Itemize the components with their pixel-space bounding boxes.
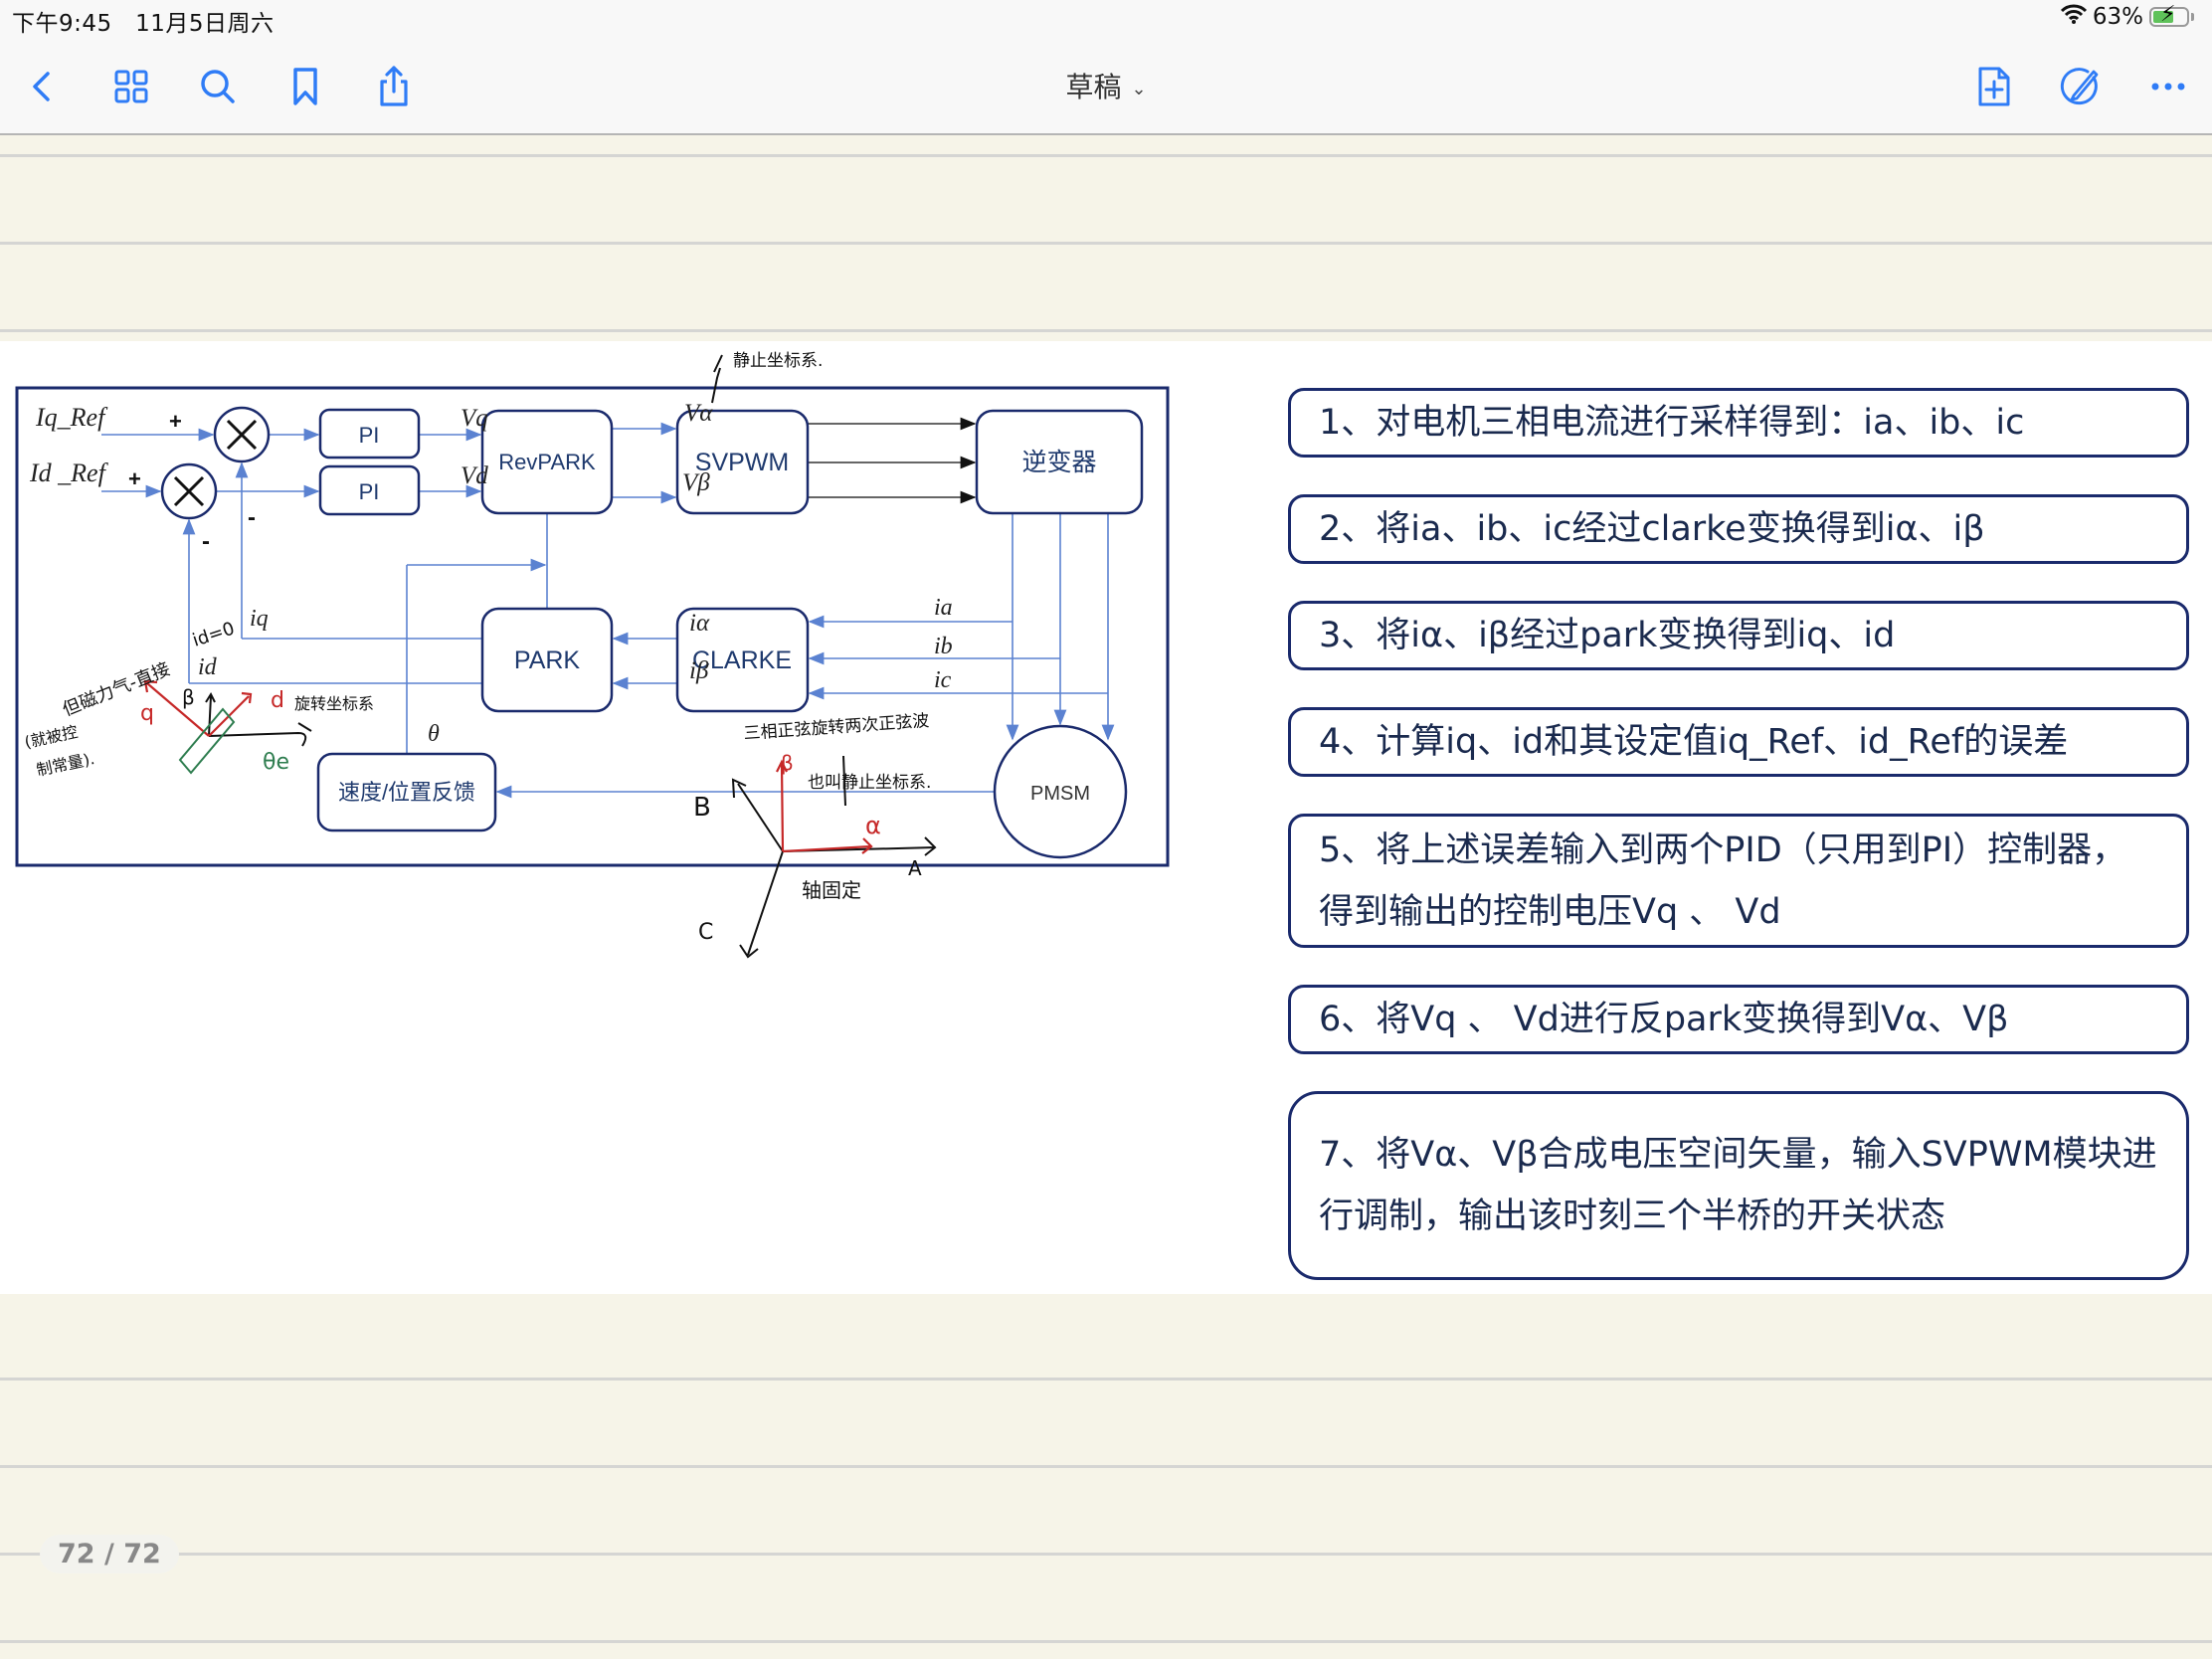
id-ref-label: Id _Ref	[29, 459, 109, 487]
note-id-zero: id=0	[190, 619, 237, 651]
page-indicator: 72 / 72	[40, 1535, 179, 1573]
step-2: 2、将ia、ib、ic经过clarke变换得到iα、iβ	[1288, 494, 2189, 564]
add-page-icon[interactable]	[1969, 62, 2019, 111]
alpha-red-label: α	[865, 812, 881, 839]
step-6: 6、将Vq 、 Vd进行反park变换得到Vα、Vβ	[1288, 985, 2189, 1054]
beta-axis-stroke	[205, 691, 216, 737]
plus-sign-q: +	[169, 409, 182, 434]
paper-line	[0, 1378, 2212, 1381]
c-axis-label: C	[698, 920, 713, 945]
beta-red-axis-stroke	[776, 759, 788, 852]
step-5: 5、将上述误差输入到两个PID（只用到PI）控制器，得到输出的控制电压Vq 、 …	[1288, 814, 2189, 948]
minus-sign-q: -	[248, 504, 256, 531]
note-constant-2: 制常量).	[35, 749, 96, 780]
vd-label: Vd	[461, 462, 488, 489]
note-constant-1: (就被控	[23, 722, 80, 752]
vq-label: Vq	[461, 405, 488, 432]
paper-line	[0, 1640, 2212, 1643]
step-4-text: 4、计算iq、id和其设定值iq_Ref、id_Ref的误差	[1319, 722, 2069, 762]
beta-axis-label: β	[182, 685, 195, 709]
summing-junction-q	[213, 406, 271, 463]
theta-e-label: θe	[263, 750, 289, 775]
note-static-frame: 静止坐标系.	[733, 351, 823, 371]
battery-icon: ⚡	[2149, 2, 2189, 27]
status-date: 11月5日周六	[135, 11, 275, 37]
b-axis-stroke	[731, 778, 784, 852]
ialpha-label: iα	[689, 610, 710, 637]
summing-junction-d	[160, 462, 218, 520]
pencil-markup-icon[interactable]	[2056, 62, 2106, 111]
step-5-text: 5、将上述误差输入到两个PID（只用到PI）控制器，得到输出的控制电压Vq 、 …	[1319, 830, 2127, 932]
note-rotating-frame: 旋转坐标系	[294, 694, 374, 713]
minus-sign-d: -	[202, 528, 210, 555]
a-axis-label: A	[908, 856, 922, 880]
step-7: 7、将Vα、Vβ合成电压空间矢量，输入SVPWM模块进行调制，输出该时刻三个半桥…	[1288, 1091, 2189, 1280]
more-icon[interactable]	[2143, 62, 2193, 111]
foc-block-diagram: PI PI RevPARK SVPWM 逆变器 PARK CLARKE 速度/位…	[15, 351, 1170, 959]
id-label: id	[198, 654, 218, 680]
park-label: PARK	[514, 646, 581, 674]
wifi-icon	[2060, 4, 2087, 30]
step-7-text: 7、将Vα、Vβ合成电压空间矢量，输入SVPWM模块进行调制，输出该时刻三个半桥…	[1319, 1135, 2157, 1236]
note-three-phase: 三相正弦旋转两次正弦波	[743, 711, 930, 744]
note-static-alt: 也叫静止坐标系.	[808, 773, 931, 793]
iq-label: iq	[250, 606, 269, 632]
b-axis-label: B	[693, 793, 711, 823]
ib-label: ib	[934, 634, 953, 659]
step-2-text: 2、将ia、ib、ic经过clarke变换得到iα、iβ	[1319, 509, 1985, 549]
toolbar: 草稿 ⌄	[0, 40, 2212, 135]
paper-line	[0, 154, 2212, 157]
step-1-text: 1、对电机三相电流进行采样得到：ia、ib、ic	[1319, 403, 2025, 443]
step-1: 1、对电机三相电流进行采样得到：ia、ib、ic	[1288, 388, 2189, 458]
handwritten-arrow	[711, 354, 723, 404]
iq-ref-label: Iq_Ref	[35, 403, 108, 432]
beta-red-label: β	[781, 751, 794, 775]
q-axis-label: q	[140, 701, 154, 726]
valpha-label: Vα	[684, 400, 713, 427]
battery-percent: 63%	[2092, 4, 2143, 30]
paper-line	[0, 242, 2212, 245]
feedback-label: 速度/位置反馈	[338, 780, 475, 805]
inverter-label: 逆变器	[1021, 449, 1096, 476]
step-3-text: 3、将iα、iβ经过park变换得到iq、id	[1319, 616, 1896, 655]
plus-sign-d: +	[128, 466, 141, 491]
d-axis-stroke	[208, 691, 253, 737]
charging-bolt-icon: ⚡	[2160, 2, 2176, 27]
vbeta-label: Vβ	[682, 469, 710, 496]
note-fixed-axis: 轴固定	[802, 878, 861, 902]
pmsm-label: PMSM	[1030, 783, 1090, 805]
status-bar: 下午9:45 11月5日周六 63% ⚡	[0, 0, 2212, 40]
step-6-text: 6、将Vq 、 Vd进行反park变换得到Vα、Vβ	[1319, 1000, 2009, 1039]
status-time: 下午9:45 11月5日周六	[12, 11, 275, 37]
c-axis-stroke	[739, 850, 784, 959]
paper-line	[0, 1553, 2212, 1556]
theta-label: θ	[428, 721, 440, 747]
step-4: 4、计算iq、id和其设定值iq_Ref、id_Ref的误差	[1288, 707, 2189, 777]
d-axis-label: d	[271, 688, 284, 713]
ibeta-label: iβ	[689, 657, 709, 684]
document-title[interactable]: 草稿 ⌄	[0, 66, 2212, 105]
ic-label: ic	[934, 667, 952, 693]
paper-line	[0, 329, 2212, 332]
chevron-down-icon: ⌄	[1131, 78, 1147, 99]
step-3: 3、将iα、iβ经过park变换得到iq、id	[1288, 601, 2189, 670]
q-axis-stroke	[143, 679, 210, 737]
revpark-label: RevPARK	[498, 450, 596, 474]
pi-q-label: PI	[359, 423, 380, 448]
pi-d-label: PI	[359, 479, 380, 504]
paper-line	[0, 1465, 2212, 1468]
ia-label: ia	[934, 595, 953, 621]
